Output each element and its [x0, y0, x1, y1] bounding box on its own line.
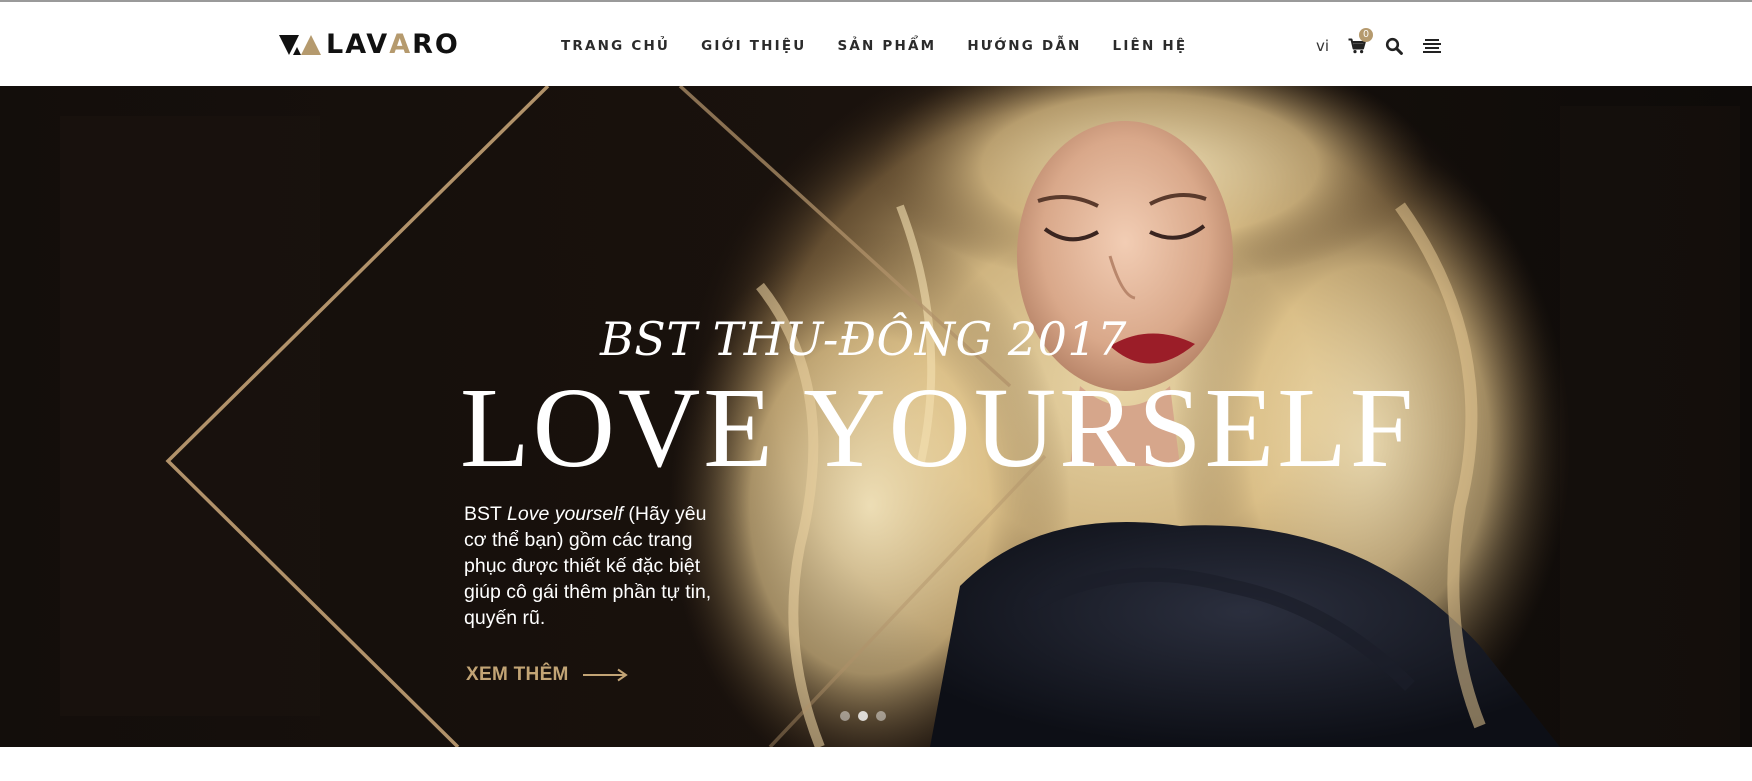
page: L AV A RO TRANG CHỦ GIỚI THIỆU SẢN PHẨM HƯỚ… [0, 0, 1752, 781]
main-nav: TRANG CHỦ GIỚI THIỆU SẢN PHẨM HƯỚNG DẪN … [561, 36, 1218, 56]
hero-description-emphasis: Love yourself [507, 503, 623, 525]
see-more-label: XEM THÊM [466, 664, 569, 685]
site-header: L AV A RO TRANG CHỦ GIỚI THIỆU SẢN PHẨM HƯỚ… [0, 2, 1752, 86]
hero-subtitle: BST THU-ĐÔNG 2017 [600, 312, 1127, 366]
see-more-button[interactable]: XEM THÊM [466, 664, 629, 686]
logo-letters-1: L [326, 29, 346, 60]
logo-letters-3: RO [412, 29, 460, 60]
slider-dot[interactable] [858, 711, 868, 721]
hero-slider: BST THU-ĐÔNG 2017 LOVE YOURSELF BST Love… [0, 86, 1752, 747]
nav-item-contact[interactable]: LIÊN HỆ [1113, 36, 1188, 56]
triangle-logo-mark-icon [279, 35, 321, 55]
hero-title: LOVE YOURSELF [460, 364, 1417, 491]
nav-item-about[interactable]: GIỚI THIỆU [701, 36, 806, 56]
search-button[interactable] [1384, 36, 1404, 56]
logo-letters-2: AV [345, 29, 390, 60]
slider-pagination [840, 711, 886, 721]
cart-button[interactable]: 0 [1347, 28, 1374, 56]
cart-count-badge: 0 [1359, 28, 1374, 42]
header-tools: vi 0 [1316, 28, 1441, 60]
hero-description: BST Love yourself (Hãy yêu cơ thể bạn) g… [464, 501, 734, 631]
slider-dot[interactable] [876, 711, 886, 721]
slider-dot[interactable] [840, 711, 850, 721]
language-switcher[interactable]: vi [1316, 37, 1329, 55]
logo-accent-letter: A [389, 29, 413, 60]
hamburger-menu-icon [1422, 39, 1441, 53]
menu-button[interactable] [1421, 36, 1441, 56]
nav-item-products[interactable]: SẢN PHẨM [837, 36, 936, 56]
nav-item-guide[interactable]: HƯỚNG DẪN [967, 36, 1081, 56]
arrow-right-icon [582, 668, 628, 682]
hero-description-prefix: BST [464, 503, 507, 525]
search-icon [1385, 37, 1403, 55]
logo[interactable]: L AV A RO [279, 30, 460, 60]
logo-text: L AV A RO [326, 30, 460, 60]
nav-item-home[interactable]: TRANG CHỦ [561, 36, 670, 56]
